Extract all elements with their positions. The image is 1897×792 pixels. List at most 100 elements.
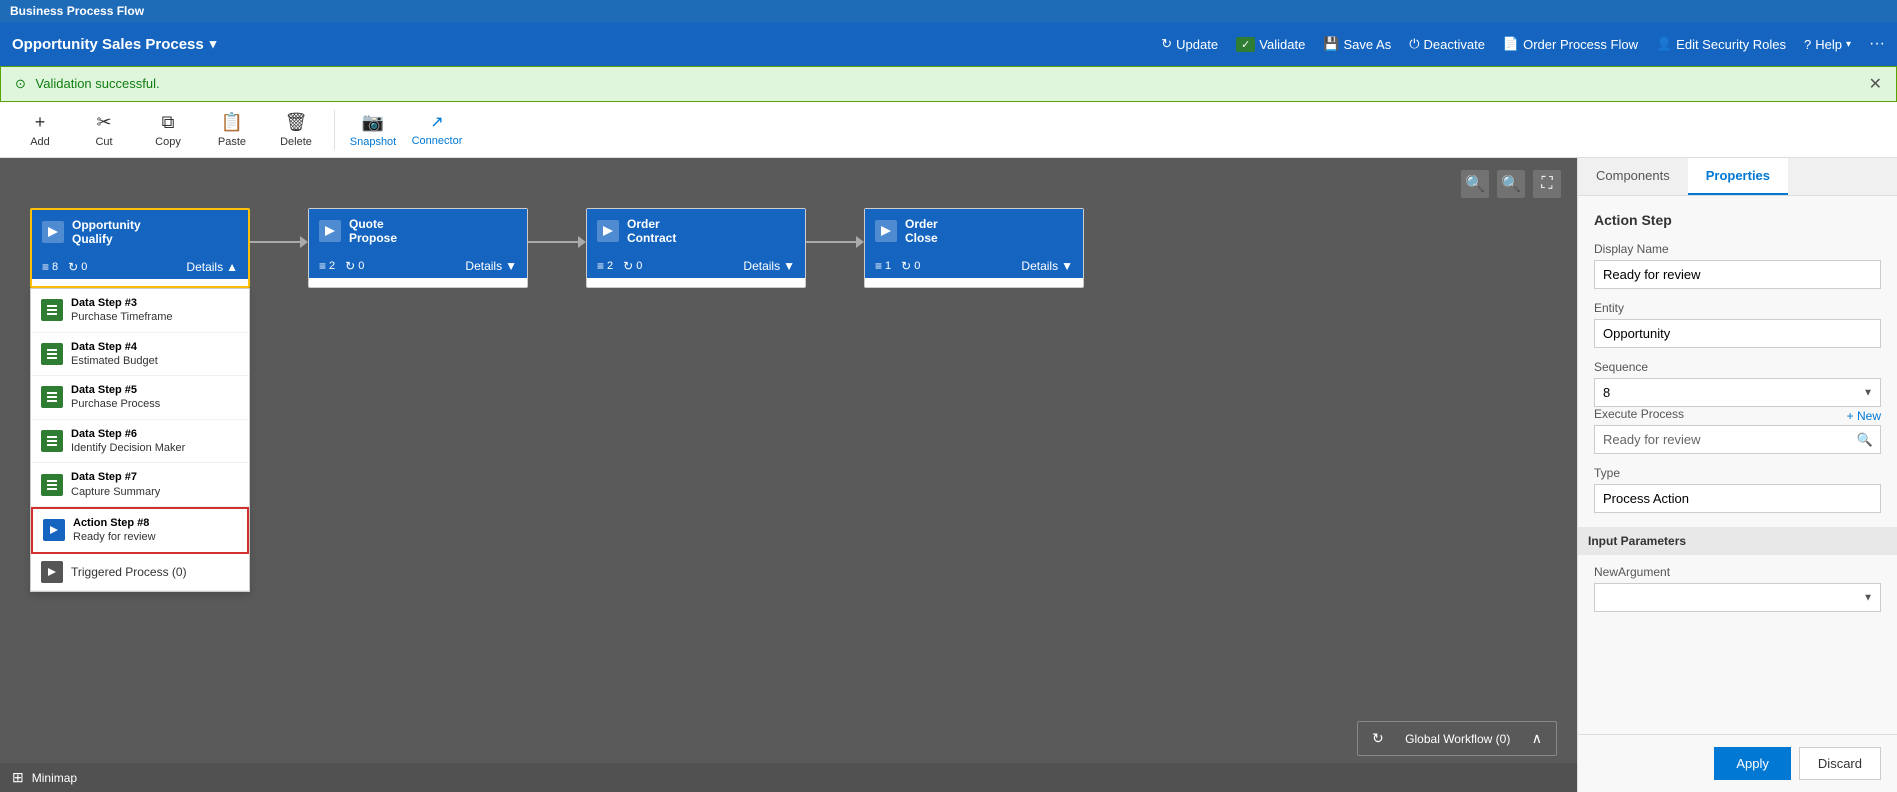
validation-bar: ⊙ Validation successful. ✕ — [0, 66, 1897, 102]
step-4-item[interactable]: Data Step #4 Estimated Budget — [31, 333, 249, 377]
step-8-item[interactable]: Action Step #8 Ready for review — [31, 507, 249, 554]
deactivate-button[interactable]: ⏻ Deactivate — [1409, 36, 1485, 52]
tab-components[interactable]: Components — [1578, 158, 1688, 195]
stage-propose-steps-count: ≡ 2 — [319, 259, 335, 273]
conn-arrow-1 — [300, 236, 308, 248]
title-bar-label: Business Process Flow — [10, 4, 144, 18]
entity-input[interactable] — [1594, 319, 1881, 348]
delete-icon: 🗑 — [285, 112, 308, 133]
apply-button[interactable]: Apply — [1714, 747, 1791, 780]
stage-qualify-header: Opportunity Qualify — [32, 210, 248, 255]
delete-button[interactable]: 🗑 Delete — [266, 105, 326, 155]
connector-button[interactable]: ↗ Connector — [407, 105, 467, 155]
cut-icon: ✂ — [96, 112, 111, 133]
stage-close-title: Order Close — [905, 217, 938, 246]
zoom-out-button[interactable]: 🔍 — [1461, 170, 1489, 198]
connector-icon: ↗ — [430, 112, 443, 132]
order-process-flow-button[interactable]: 📄 Order Process Flow — [1503, 36, 1638, 52]
edit-security-roles-button[interactable]: 👤 Edit Security Roles — [1656, 36, 1786, 52]
conn-arrow-2 — [578, 236, 586, 248]
stage-close-details-button[interactable]: Details ▼ — [1021, 259, 1073, 273]
step-7-item[interactable]: Data Step #7 Capture Summary — [31, 463, 249, 507]
global-workflow-icon: ↻ — [1372, 730, 1384, 747]
execute-process-search-wrapper: 🔍 — [1594, 425, 1881, 454]
stage-close-container: Order Close ≡ 1 ↻ 0 — [864, 208, 1084, 288]
validation-check-icon: ⊙ — [15, 76, 26, 91]
step-5-item[interactable]: Data Step #5 Purchase Process — [31, 376, 249, 420]
sequence-select[interactable]: 8 — [1594, 378, 1881, 407]
security-icon: 👤 — [1656, 36, 1672, 52]
stage-close-icon — [875, 220, 897, 242]
stage-close-header: Order Close — [865, 209, 1083, 254]
steps-icon3: ≡ — [597, 259, 604, 273]
zoom-controls: 🔍 🔍 ⛶ — [1461, 170, 1561, 198]
more-icon: ··· — [1869, 35, 1885, 53]
step-3-icon — [41, 299, 63, 321]
stage-qualify-steps-count: ≡ 8 — [42, 260, 58, 274]
cut-button[interactable]: ✂ Cut — [74, 105, 134, 155]
step-6-text: Data Step #6 Identify Decision Maker — [71, 427, 185, 456]
validate-icon: ✓ — [1236, 37, 1255, 52]
add-icon: + — [35, 112, 46, 133]
save-icon: 💾 — [1323, 36, 1339, 52]
paste-icon: 📋 — [221, 112, 243, 133]
execute-process-input[interactable] — [1594, 425, 1881, 454]
details-chevron2: ▼ — [505, 259, 517, 273]
stage-qualify-footer: ≡ 8 ↻ 0 Details ▲ — [32, 255, 248, 279]
connector-3 — [806, 236, 864, 248]
step-5-icon — [41, 386, 63, 408]
new-argument-select[interactable] — [1594, 583, 1881, 612]
tab-properties[interactable]: Properties — [1688, 158, 1788, 195]
copy-button[interactable]: ⧉ Copy — [138, 105, 198, 155]
header-left: Opportunity Sales Process ▾ — [12, 36, 216, 53]
save-as-button[interactable]: 💾 Save As — [1323, 36, 1391, 52]
stage-contract[interactable]: Order Contract ≡ 2 ↻ 0 — [586, 208, 806, 288]
sequence-label: Sequence — [1594, 360, 1881, 374]
global-workflow-collapse-icon[interactable]: ∧ — [1532, 730, 1542, 747]
step-6-icon — [41, 430, 63, 452]
stage-propose[interactable]: Quote Propose ≡ 2 ↻ 0 — [308, 208, 528, 288]
stage-contract-title: Order Contract — [627, 217, 676, 246]
step-3-text: Data Step #3 Purchase Timeframe — [71, 296, 172, 325]
flow-canvas: Opportunity Qualify ≡ 8 ↻ 0 — [30, 208, 1084, 288]
minimap-bar[interactable]: ⊞ Minimap — [0, 763, 1577, 792]
stage-propose-header: Quote Propose — [309, 209, 527, 254]
triggered-process-item: Triggered Process (0) — [31, 554, 249, 591]
stage-contract-details-button[interactable]: Details ▼ — [743, 259, 795, 273]
update-button[interactable]: ↻ Update — [1161, 36, 1218, 52]
details-chevron4: ▼ — [1061, 259, 1073, 273]
zoom-in-button[interactable]: 🔍 — [1497, 170, 1525, 198]
header-chevron[interactable]: ▾ — [210, 36, 217, 52]
discard-button[interactable]: Discard — [1799, 747, 1881, 780]
stage-qualify[interactable]: Opportunity Qualify ≡ 8 ↻ 0 — [30, 208, 250, 288]
step-6-item[interactable]: Data Step #6 Identify Decision Maker — [31, 420, 249, 464]
triggered-icon — [41, 561, 63, 583]
order-process-icon: 📄 — [1503, 36, 1519, 52]
step-3-item[interactable]: Data Step #3 Purchase Timeframe — [31, 289, 249, 333]
more-button[interactable]: ··· — [1869, 35, 1885, 53]
stage-close[interactable]: Order Close ≡ 1 ↻ 0 — [864, 208, 1084, 288]
type-input[interactable] — [1594, 484, 1881, 513]
steps-icon2: ≡ — [319, 259, 326, 273]
global-workflow[interactable]: ↻ Global Workflow (0) ∧ — [1357, 721, 1557, 756]
cycle-icon3: ↻ — [623, 259, 633, 273]
stage-propose-container: Quote Propose ≡ 2 ↻ 0 — [308, 208, 528, 288]
add-button[interactable]: + Add — [10, 105, 70, 155]
steps-dropdown: Data Step #3 Purchase Timeframe Data Ste… — [30, 288, 250, 592]
step-7-text: Data Step #7 Capture Summary — [71, 470, 160, 499]
stage-propose-details-button[interactable]: Details ▼ — [465, 259, 517, 273]
display-name-input[interactable] — [1594, 260, 1881, 289]
stage-qualify-icon — [42, 221, 64, 243]
validation-close-button[interactable]: ✕ — [1869, 74, 1882, 94]
stage-qualify-details-button[interactable]: Details ▲ — [186, 260, 238, 274]
help-button[interactable]: ? Help ▾ — [1804, 37, 1851, 52]
paste-button[interactable]: 📋 Paste — [202, 105, 262, 155]
toolbar: + Add ✂ Cut ⧉ Copy 📋 Paste 🗑 Delete 📷 Sn… — [0, 102, 1897, 158]
zoom-in-icon: 🔍 — [1501, 174, 1521, 194]
validate-button[interactable]: ✓ Validate — [1236, 37, 1305, 52]
panel-footer: Apply Discard — [1578, 734, 1897, 792]
snapshot-button[interactable]: 📷 Snapshot — [343, 105, 403, 155]
execute-process-new-link[interactable]: + New — [1847, 409, 1881, 423]
snapshot-icon: 📷 — [362, 112, 384, 133]
fit-screen-button[interactable]: ⛶ — [1533, 170, 1561, 198]
